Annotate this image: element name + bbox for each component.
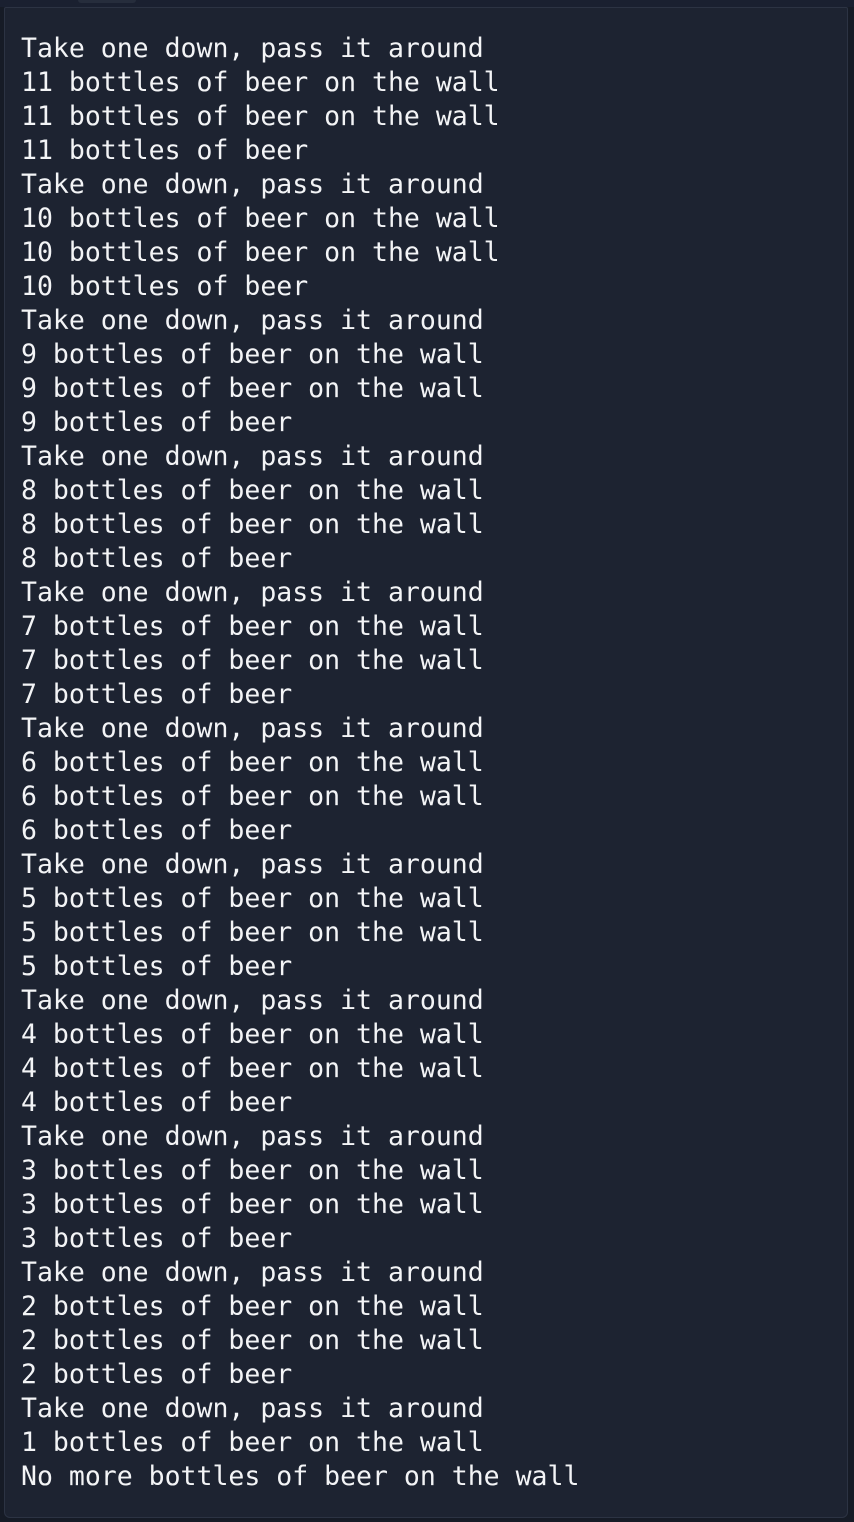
output-line: 8 bottles of beer on the wall (21, 509, 484, 540)
output-line: 7 bottles of beer (21, 679, 293, 710)
output-line: 5 bottles of beer (21, 951, 293, 982)
output-line: 9 bottles of beer on the wall (21, 373, 484, 404)
output-line: Take one down, pass it around (21, 713, 484, 744)
output-line: 11 bottles of beer on the wall (21, 101, 500, 132)
output-line: 2 bottles of beer (21, 1359, 293, 1390)
output-line: 7 bottles of beer on the wall (21, 611, 484, 642)
output-line: 8 bottles of beer on the wall (21, 475, 484, 506)
output-line: 3 bottles of beer (21, 1223, 293, 1254)
output-line: Take one down, pass it around (21, 1393, 484, 1424)
output-line: 3 bottles of beer on the wall (21, 1155, 484, 1186)
output-line: Take one down, pass it around (21, 849, 484, 880)
top-tab-edge (78, 0, 136, 3)
output-line: 8 bottles of beer (21, 543, 293, 574)
output-line: 10 bottles of beer on the wall (21, 237, 500, 268)
output-line: No more bottles of beer on the wall (21, 1461, 580, 1492)
output-line: Take one down, pass it around (21, 1121, 484, 1152)
output-line: 4 bottles of beer (21, 1087, 293, 1118)
output-line: 7 bottles of beer on the wall (21, 645, 484, 676)
output-line: 9 bottles of beer on the wall (21, 339, 484, 370)
window-top-bar (0, 0, 854, 7)
output-line: 5 bottles of beer on the wall (21, 883, 484, 914)
output-line: 4 bottles of beer on the wall (21, 1053, 484, 1084)
output-line: Take one down, pass it around (21, 577, 484, 608)
output-line: 10 bottles of beer on the wall (21, 203, 500, 234)
output-line: Take one down, pass it around (21, 1257, 484, 1288)
output-line: 9 bottles of beer (21, 407, 293, 438)
output-line: 5 bottles of beer on the wall (21, 917, 484, 948)
output-line: Take one down, pass it around (21, 985, 484, 1016)
output-line: 3 bottles of beer on the wall (21, 1189, 484, 1220)
output-line: 6 bottles of beer on the wall (21, 781, 484, 812)
output-line: Take one down, pass it around (21, 169, 484, 200)
output-line: Take one down, pass it around (21, 305, 484, 336)
output-line: 2 bottles of beer on the wall (21, 1325, 484, 1356)
terminal-output-panel[interactable]: Take one down, pass it around 11 bottles… (4, 7, 848, 1518)
output-line: Take one down, pass it around (21, 33, 484, 64)
output-line: 11 bottles of beer (21, 135, 309, 166)
output-line: 10 bottles of beer (21, 271, 309, 302)
output-lines: Take one down, pass it around 11 bottles… (21, 32, 579, 1494)
output-line: 4 bottles of beer on the wall (21, 1019, 484, 1050)
output-line: 6 bottles of beer (21, 815, 293, 846)
output-line: 2 bottles of beer on the wall (21, 1291, 484, 1322)
output-line: Take one down, pass it around (21, 441, 484, 472)
output-line: 1 bottles of beer on the wall (21, 1427, 484, 1458)
output-line: 11 bottles of beer on the wall (21, 67, 500, 98)
output-line: 6 bottles of beer on the wall (21, 747, 484, 778)
